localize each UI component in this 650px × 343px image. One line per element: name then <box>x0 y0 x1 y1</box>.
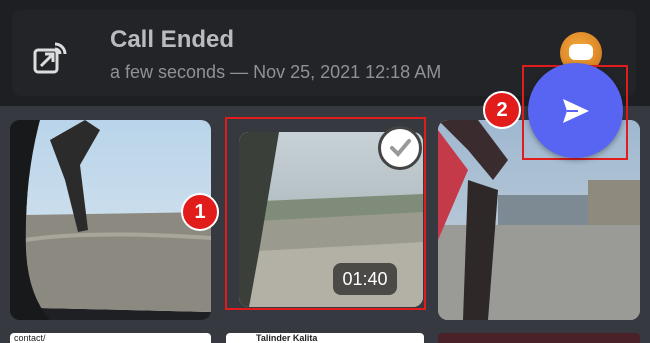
call-timestamp: a few seconds — Nov 25, 2021 12:18 AM <box>110 62 442 82</box>
send-icon <box>562 98 589 123</box>
media-thumbnail-1[interactable] <box>10 120 211 320</box>
thumbnail-text: contact/ <box>14 333 46 343</box>
call-title: Call Ended <box>110 26 235 53</box>
call-ended-icon <box>31 40 69 78</box>
video-duration: 01:40 <box>333 263 397 295</box>
media-thumbnail-4[interactable]: contact/ <box>10 333 211 343</box>
media-thumbnail-5[interactable]: Talinder Kalita <box>226 333 424 343</box>
annotation-marker-1: 1 <box>181 193 219 231</box>
annotation-marker-2: 2 <box>483 91 521 129</box>
send-button[interactable] <box>528 63 623 158</box>
checkmark-icon[interactable] <box>378 126 422 170</box>
thumbnail-text: Talinder Kalita <box>256 333 318 343</box>
media-thumbnail-6[interactable] <box>438 333 640 343</box>
